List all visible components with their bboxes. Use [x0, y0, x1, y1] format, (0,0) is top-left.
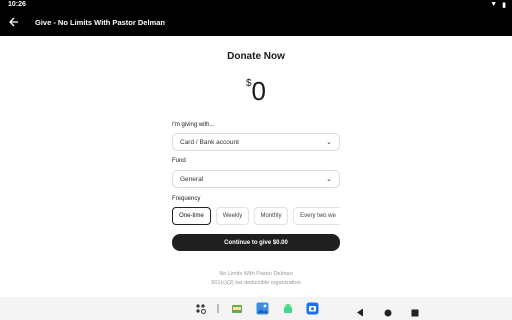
fund-label: Fund	[172, 158, 186, 164]
payment-method-select[interactable]: Card / Bank account ⌄	[172, 133, 340, 151]
giving-label: I'm giving with...	[172, 122, 215, 128]
org-tax-status: 501(c)(3) tax deductible organization	[211, 280, 301, 286]
chevron-down-icon: ⌄	[326, 139, 332, 146]
currency-symbol: $	[245, 78, 252, 89]
app-bar: Give - No Limits With Pastor Delman	[0, 10, 512, 36]
continue-to-give-button[interactable]: Continue to give $0.00	[172, 234, 340, 251]
back-nav-icon[interactable]	[356, 304, 364, 317]
status-icons: ▼ ▮	[490, 1, 506, 9]
chevron-down-icon: ⌄	[326, 176, 332, 183]
frequency-weekly[interactable]: Weekly	[216, 207, 249, 225]
home-nav-icon[interactable]	[384, 304, 392, 317]
donate-form: Donate Now $0 I'm giving with... Card / …	[0, 36, 512, 297]
system-nav-bar	[0, 297, 512, 320]
wifi-icon: ▼	[490, 1, 498, 8]
photos-app-icon[interactable]	[256, 302, 269, 315]
arrow-left-icon[interactable]	[9, 15, 19, 30]
donate-heading: Donate Now	[227, 51, 285, 62]
amount-value: 0	[251, 76, 267, 106]
taskbar-divider	[217, 304, 219, 313]
page-title: Give - No Limits With Pastor Delman	[35, 18, 165, 27]
battery-icon: ▮	[502, 2, 506, 9]
status-bar: 10:26 ▼ ▮	[0, 0, 512, 10]
frequency-monthly[interactable]: Monthly	[254, 207, 288, 225]
app-drawer-icon[interactable]	[195, 302, 207, 315]
fund-value: General	[180, 176, 204, 183]
frequency-label: Frequency	[172, 196, 201, 202]
android-app-icon[interactable]	[282, 302, 294, 315]
payment-method-value: Card / Bank account	[180, 139, 239, 146]
frequency-every-two-weeks[interactable]: Every two we	[293, 207, 340, 225]
status-time: 10:26	[8, 1, 26, 8]
recents-nav-icon[interactable]	[411, 304, 419, 317]
frequency-one-time[interactable]: One-time	[172, 207, 211, 225]
org-name: No Limits With Pastor Delman	[219, 271, 293, 277]
amount-display[interactable]: $0	[0, 76, 512, 107]
fund-select[interactable]: General ⌄	[172, 170, 340, 188]
camera-app-icon[interactable]	[306, 302, 319, 315]
frequency-options: One-time Weekly Monthly Every two we	[172, 207, 340, 225]
files-app-icon[interactable]	[231, 302, 243, 315]
